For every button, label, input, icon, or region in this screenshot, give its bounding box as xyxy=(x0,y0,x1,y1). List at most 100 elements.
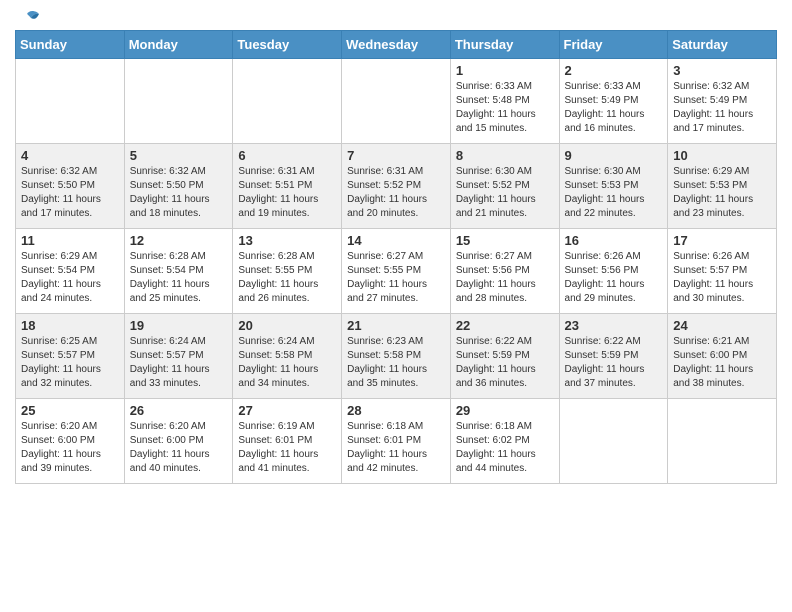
day-number: 17 xyxy=(673,233,771,248)
page-header xyxy=(15,10,777,24)
day-info: Sunrise: 6:31 AMSunset: 5:52 PMDaylight:… xyxy=(347,165,445,221)
day-info: Sunrise: 6:27 AMSunset: 5:56 PMDaylight:… xyxy=(456,250,554,306)
calendar-cell: 15 Sunrise: 6:27 AMSunset: 5:56 PMDayligh… xyxy=(450,229,559,314)
day-number: 13 xyxy=(238,233,336,248)
day-number: 10 xyxy=(673,148,771,163)
day-number: 8 xyxy=(456,148,554,163)
calendar-header-row: SundayMondayTuesdayWednesdayThursdayFrid… xyxy=(16,31,777,59)
day-number: 29 xyxy=(456,403,554,418)
calendar-week-3: 11 Sunrise: 6:29 AMSunset: 5:54 PMDayligh… xyxy=(16,229,777,314)
day-info: Sunrise: 6:27 AMSunset: 5:55 PMDaylight:… xyxy=(347,250,445,306)
col-header-thursday: Thursday xyxy=(450,31,559,59)
day-number: 14 xyxy=(347,233,445,248)
calendar-cell xyxy=(16,59,125,144)
col-header-tuesday: Tuesday xyxy=(233,31,342,59)
calendar-cell xyxy=(342,59,451,144)
calendar-cell: 21Sunrise: 6:23 AMSunset: 5:58 PMDayligh… xyxy=(342,314,451,399)
day-number: 22 xyxy=(456,318,554,333)
calendar-cell: 18 Sunrise: 6:25 AMSunset: 5:57 PMDayligh… xyxy=(16,314,125,399)
day-number: 20 xyxy=(238,318,336,333)
day-number: 11 xyxy=(21,233,119,248)
day-number: 1 xyxy=(456,63,554,78)
calendar-cell: 19 Sunrise: 6:24 AMSunset: 5:57 PMDayligh… xyxy=(124,314,233,399)
col-header-monday: Monday xyxy=(124,31,233,59)
calendar-cell: 22 Sunrise: 6:22 AMSunset: 5:59 PMDayligh… xyxy=(450,314,559,399)
calendar-cell: 29 Sunrise: 6:18 AMSunset: 6:02 PMDayligh… xyxy=(450,399,559,484)
day-info: Sunrise: 6:24 AMSunset: 5:57 PMDaylight:… xyxy=(130,335,228,391)
calendar-week-2: 4Sunrise: 6:32 AMSunset: 5:50 PMDaylight… xyxy=(16,144,777,229)
day-number: 19 xyxy=(130,318,228,333)
logo xyxy=(15,10,41,24)
calendar-week-4: 18 Sunrise: 6:25 AMSunset: 5:57 PMDayligh… xyxy=(16,314,777,399)
day-info: Sunrise: 6:32 AMSunset: 5:50 PMDaylight:… xyxy=(130,165,228,221)
day-number: 9 xyxy=(565,148,663,163)
day-number: 5 xyxy=(130,148,228,163)
calendar-cell: 9 Sunrise: 6:30 AMSunset: 5:53 PMDaylight… xyxy=(559,144,668,229)
calendar-cell xyxy=(233,59,342,144)
day-info: Sunrise: 6:29 AMSunset: 5:54 PMDaylight:… xyxy=(21,250,119,306)
calendar-cell: 6 Sunrise: 6:31 AMSunset: 5:51 PMDaylight… xyxy=(233,144,342,229)
calendar-cell: 20 Sunrise: 6:24 AMSunset: 5:58 PMDayligh… xyxy=(233,314,342,399)
day-info: Sunrise: 6:26 AMSunset: 5:56 PMDaylight:… xyxy=(565,250,663,306)
calendar-cell: 17 Sunrise: 6:26 AMSunset: 5:57 PMDayligh… xyxy=(668,229,777,314)
calendar-week-5: 25 Sunrise: 6:20 AMSunset: 6:00 PMDayligh… xyxy=(16,399,777,484)
day-info: Sunrise: 6:26 AMSunset: 5:57 PMDaylight:… xyxy=(673,250,771,306)
day-info: Sunrise: 6:22 AMSunset: 5:59 PMDaylight:… xyxy=(565,335,663,391)
day-info: Sunrise: 6:18 AMSunset: 6:01 PMDaylight:… xyxy=(347,420,445,476)
day-number: 26 xyxy=(130,403,228,418)
calendar-cell: 12 Sunrise: 6:28 AMSunset: 5:54 PMDayligh… xyxy=(124,229,233,314)
day-info: Sunrise: 6:31 AMSunset: 5:51 PMDaylight:… xyxy=(238,165,336,221)
col-header-sunday: Sunday xyxy=(16,31,125,59)
calendar-cell: 26 Sunrise: 6:20 AMSunset: 6:00 PMDayligh… xyxy=(124,399,233,484)
day-info: Sunrise: 6:28 AMSunset: 5:55 PMDaylight:… xyxy=(238,250,336,306)
day-number: 28 xyxy=(347,403,445,418)
day-number: 18 xyxy=(21,318,119,333)
day-info: Sunrise: 6:28 AMSunset: 5:54 PMDaylight:… xyxy=(130,250,228,306)
day-number: 12 xyxy=(130,233,228,248)
calendar-cell xyxy=(668,399,777,484)
calendar-cell: 14 Sunrise: 6:27 AMSunset: 5:55 PMDayligh… xyxy=(342,229,451,314)
calendar-cell: 16 Sunrise: 6:26 AMSunset: 5:56 PMDayligh… xyxy=(559,229,668,314)
calendar-cell: 3Sunrise: 6:32 AMSunset: 5:49 PMDaylight… xyxy=(668,59,777,144)
day-info: Sunrise: 6:33 AMSunset: 5:48 PMDaylight:… xyxy=(456,80,554,136)
day-number: 25 xyxy=(21,403,119,418)
calendar-cell xyxy=(559,399,668,484)
day-number: 27 xyxy=(238,403,336,418)
calendar-cell: 13 Sunrise: 6:28 AMSunset: 5:55 PMDayligh… xyxy=(233,229,342,314)
day-number: 21 xyxy=(347,318,445,333)
day-info: Sunrise: 6:30 AMSunset: 5:52 PMDaylight:… xyxy=(456,165,554,221)
col-header-wednesday: Wednesday xyxy=(342,31,451,59)
day-info: Sunrise: 6:32 AMSunset: 5:50 PMDaylight:… xyxy=(21,165,119,221)
col-header-saturday: Saturday xyxy=(668,31,777,59)
calendar-cell: 25 Sunrise: 6:20 AMSunset: 6:00 PMDayligh… xyxy=(16,399,125,484)
calendar-cell: 27Sunrise: 6:19 AMSunset: 6:01 PMDayligh… xyxy=(233,399,342,484)
day-info: Sunrise: 6:20 AMSunset: 6:00 PMDaylight:… xyxy=(21,420,119,476)
col-header-friday: Friday xyxy=(559,31,668,59)
calendar-cell: 7Sunrise: 6:31 AMSunset: 5:52 PMDaylight… xyxy=(342,144,451,229)
calendar-cell: 10 Sunrise: 6:29 AMSunset: 5:53 PMDayligh… xyxy=(668,144,777,229)
day-info: Sunrise: 6:29 AMSunset: 5:53 PMDaylight:… xyxy=(673,165,771,221)
calendar-cell: 2Sunrise: 6:33 AMSunset: 5:49 PMDaylight… xyxy=(559,59,668,144)
calendar-cell: 5 Sunrise: 6:32 AMSunset: 5:50 PMDaylight… xyxy=(124,144,233,229)
calendar-cell: 23 Sunrise: 6:22 AMSunset: 5:59 PMDayligh… xyxy=(559,314,668,399)
calendar-cell: 11 Sunrise: 6:29 AMSunset: 5:54 PMDayligh… xyxy=(16,229,125,314)
day-info: Sunrise: 6:25 AMSunset: 5:57 PMDaylight:… xyxy=(21,335,119,391)
calendar-cell: 24Sunrise: 6:21 AMSunset: 6:00 PMDayligh… xyxy=(668,314,777,399)
calendar-cell: 28 Sunrise: 6:18 AMSunset: 6:01 PMDayligh… xyxy=(342,399,451,484)
day-number: 16 xyxy=(565,233,663,248)
day-number: 15 xyxy=(456,233,554,248)
day-number: 3 xyxy=(673,63,771,78)
day-info: Sunrise: 6:30 AMSunset: 5:53 PMDaylight:… xyxy=(565,165,663,221)
day-info: Sunrise: 6:33 AMSunset: 5:49 PMDaylight:… xyxy=(565,80,663,136)
day-info: Sunrise: 6:24 AMSunset: 5:58 PMDaylight:… xyxy=(238,335,336,391)
day-info: Sunrise: 6:21 AMSunset: 6:00 PMDaylight:… xyxy=(673,335,771,391)
calendar-week-1: 1 Sunrise: 6:33 AMSunset: 5:48 PMDaylight… xyxy=(16,59,777,144)
day-number: 6 xyxy=(238,148,336,163)
logo-bird-icon xyxy=(17,10,41,30)
day-info: Sunrise: 6:20 AMSunset: 6:00 PMDaylight:… xyxy=(130,420,228,476)
day-number: 23 xyxy=(565,318,663,333)
calendar-cell: 8 Sunrise: 6:30 AMSunset: 5:52 PMDaylight… xyxy=(450,144,559,229)
day-info: Sunrise: 6:22 AMSunset: 5:59 PMDaylight:… xyxy=(456,335,554,391)
day-info: Sunrise: 6:18 AMSunset: 6:02 PMDaylight:… xyxy=(456,420,554,476)
calendar-cell xyxy=(124,59,233,144)
